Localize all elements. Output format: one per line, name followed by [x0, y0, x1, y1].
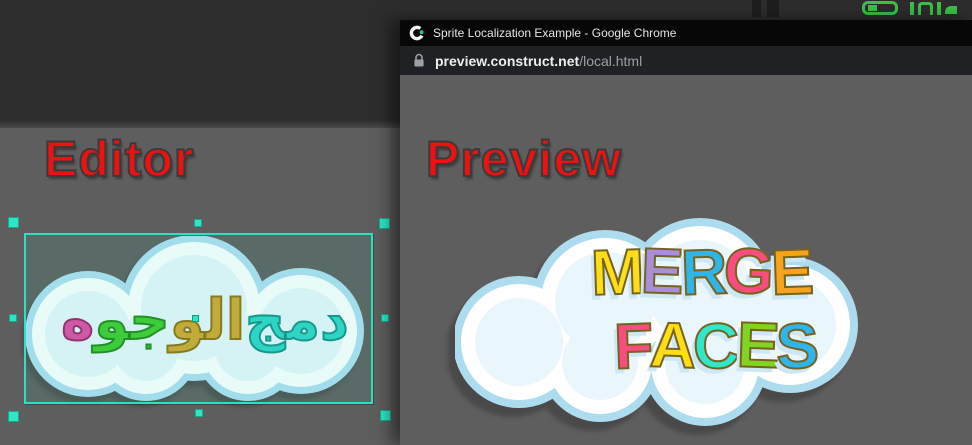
window-title: Sprite Localization Example - Google Chr… — [433, 26, 676, 40]
clipped-green-text-fragment — [910, 2, 972, 15]
letter-segment: E — [735, 312, 777, 377]
letter-segment: E — [770, 239, 812, 304]
construct-logo-icon — [409, 25, 425, 41]
green-device-icon-inner — [868, 5, 877, 11]
letter-segment: E — [640, 238, 682, 303]
chrome-urlbar[interactable]: preview.construct.net/local.html — [400, 46, 972, 75]
letter-segment: C — [692, 313, 737, 378]
localized-sprite-text-line2: FACES — [586, 313, 844, 377]
letter-segment: F — [613, 313, 651, 378]
chrome-window: Sprite Localization Example - Google Chr… — [400, 20, 972, 445]
resize-handle-bottom-right[interactable] — [380, 410, 391, 421]
resize-handle-middle-left[interactable] — [9, 314, 17, 322]
resize-handle-top-left[interactable] — [8, 217, 19, 228]
letter-segment: R — [680, 239, 725, 304]
panel-divider — [752, 0, 761, 17]
preview-game-canvas: Preview MERGE FACES — [400, 75, 972, 445]
resize-handle-bottom-middle[interactable] — [195, 409, 203, 417]
letter-segment: M — [590, 239, 643, 305]
url-host: preview.construct.net — [435, 53, 579, 69]
url-text: preview.construct.net/local.html — [435, 53, 642, 69]
sprite-origin-marker[interactable] — [192, 315, 199, 322]
preview-heading: Preview — [426, 130, 622, 188]
resize-handle-top-middle[interactable] — [194, 219, 202, 227]
screen: Editor دمج الوجوه — [0, 0, 972, 445]
chrome-titlebar[interactable]: Sprite Localization Example - Google Chr… — [400, 20, 972, 46]
resize-handle-top-right[interactable] — [379, 218, 390, 229]
lock-icon[interactable] — [413, 53, 425, 68]
localized-sprite-text-line1: MERGE — [556, 239, 846, 303]
editor-heading: Editor — [44, 130, 194, 188]
green-device-icon[interactable] — [862, 1, 898, 15]
url-path: /local.html — [579, 53, 642, 69]
letter-segment: A — [649, 312, 694, 377]
resize-handle-bottom-left[interactable] — [8, 411, 19, 422]
letter-segment: S — [775, 313, 817, 378]
resize-handle-middle-right[interactable] — [381, 314, 389, 322]
panel-divider — [767, 0, 779, 17]
letter-segment: G — [723, 238, 772, 304]
